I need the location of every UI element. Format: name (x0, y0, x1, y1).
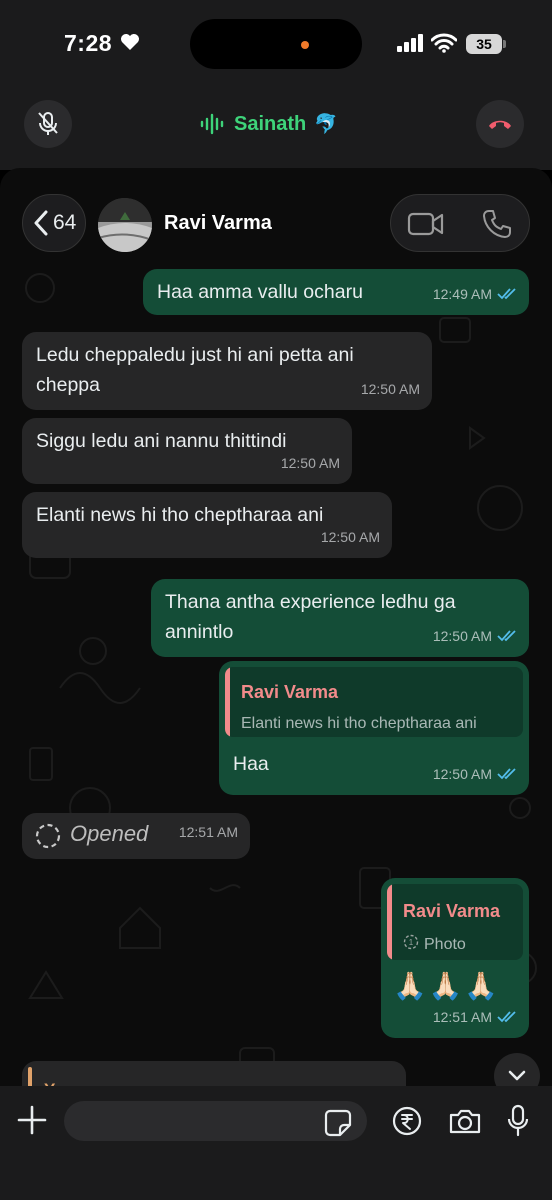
message-bubble-incoming[interactable]: Siggu ledu ani nannu thittindi 12:50 AM (22, 418, 352, 484)
battery-level: 35 (466, 34, 502, 54)
message-time: 12:50 AM (432, 766, 492, 782)
mic-icon[interactable] (506, 1104, 530, 1138)
view-once-opened-bubble[interactable]: Opened 12:51 AM (22, 813, 250, 859)
message-time: 12:51 AM (432, 1009, 492, 1025)
chevron-down-icon (508, 1070, 526, 1081)
message-input[interactable] (64, 1101, 367, 1141)
chevron-left-icon (34, 210, 48, 236)
end-call-button[interactable] (476, 100, 524, 148)
rupee-icon[interactable] (392, 1106, 422, 1136)
call-info[interactable]: Sainath 🐬 (200, 110, 338, 138)
message-text-line: Thana antha experience ledhu ga (165, 591, 456, 613)
quote-accent-bar (225, 667, 230, 737)
back-button[interactable]: 64 (22, 194, 86, 252)
message-bubble-incoming[interactable]: Ledu cheppaledu just hi ani petta ani ch… (22, 332, 432, 410)
chat-screen: 64 Ravi Varma Haa amma vallu ocharu 12:4… (0, 168, 552, 1200)
avatar[interactable] (98, 198, 152, 252)
waveform-icon (200, 113, 224, 135)
message-bubble-outgoing-reply[interactable]: Ravi Varma Elanti news hi tho cheptharaa… (219, 661, 529, 795)
message-text-line: Ledu cheppaledu just hi ani petta ani (36, 344, 354, 366)
phone-icon[interactable] (481, 208, 513, 240)
quoted-message[interactable]: Ravi Varma Elanti news hi tho cheptharaa… (225, 667, 523, 737)
sticker-icon[interactable] (324, 1109, 352, 1137)
avatar-image (98, 198, 152, 252)
message-meta: 12:50 AM (361, 374, 420, 404)
message-time: 12:51 AM (178, 824, 238, 840)
plus-icon[interactable] (16, 1104, 48, 1136)
message-time: 12:50 AM (432, 628, 492, 644)
message-text: Haa amma vallu ocharu (157, 281, 363, 303)
unread-chats-count: 64 (53, 211, 77, 234)
message-text: Siggu ledu ani nannu thittindi (36, 430, 287, 452)
privacy-indicator (301, 41, 309, 49)
dynamic-island (190, 19, 362, 69)
message-meta: 12:50 AM (281, 448, 340, 478)
mute-button[interactable] (24, 100, 72, 148)
dolphin-emoji: 🐬 (314, 114, 338, 135)
emoji-message: 🙏🏻🙏🏻🙏🏻 (393, 971, 500, 1001)
heart-icon (121, 34, 139, 50)
signal-icon (397, 34, 423, 52)
message-bubble-outgoing[interactable]: Haa amma vallu ocharu 12:49 AM (143, 269, 529, 315)
message-text: Elanti news hi tho cheptharaa ani (36, 504, 324, 526)
video-icon[interactable] (407, 209, 445, 239)
message-meta: 12:50 AM (433, 621, 517, 651)
call-contact-name: Sainath (234, 112, 307, 135)
read-ticks-icon (497, 288, 516, 300)
message-time: 12:50 AM (320, 529, 380, 545)
call-actions (390, 194, 530, 252)
message-time: 12:49 AM (432, 286, 492, 302)
battery-tip (503, 40, 506, 48)
mic-off-icon (38, 112, 58, 135)
message-bubble-outgoing-reply[interactable]: Ravi Varma 1 Photo 🙏🏻🙏🏻🙏🏻 12:51 AM (381, 878, 529, 1038)
message-meta: 12:51 AM (179, 817, 238, 847)
quoted-text: Photo (424, 936, 466, 953)
opened-label: Opened (70, 821, 149, 846)
quoted-author: Ravi Varma (403, 901, 501, 921)
camera-icon[interactable] (448, 1107, 482, 1135)
view-once-icon: 1 (403, 934, 419, 950)
svg-text:1: 1 (409, 938, 414, 947)
message-meta: 12:51 AM (433, 1002, 517, 1032)
quoted-text: Elanti news hi tho cheptharaa ani (241, 715, 477, 732)
read-ticks-icon (497, 768, 516, 780)
wifi-icon (431, 33, 457, 53)
message-bubble-outgoing[interactable]: Thana antha experience ledhu ga annintlo… (151, 579, 529, 657)
quote-accent-bar (387, 884, 392, 960)
message-text: Haa (233, 753, 269, 775)
message-time: 12:50 AM (280, 455, 340, 471)
message-bubble-incoming[interactable]: Elanti news hi tho cheptharaa ani 12:50 … (22, 492, 392, 558)
quoted-author: Ravi Varma (241, 682, 339, 702)
contact-name[interactable]: Ravi Varma (164, 212, 272, 235)
end-call-icon (489, 120, 511, 129)
message-meta: 12:49 AM (433, 279, 517, 309)
message-meta: 12:50 AM (321, 522, 380, 552)
read-ticks-icon (497, 630, 516, 642)
status-time: 7:28 (64, 30, 113, 56)
message-time: 12:50 AM (360, 381, 420, 397)
quoted-message[interactable]: Ravi Varma 1 Photo (387, 884, 523, 960)
view-once-icon (35, 823, 61, 849)
read-ticks-icon (497, 1011, 516, 1023)
message-meta: 12:50 AM (433, 759, 517, 789)
